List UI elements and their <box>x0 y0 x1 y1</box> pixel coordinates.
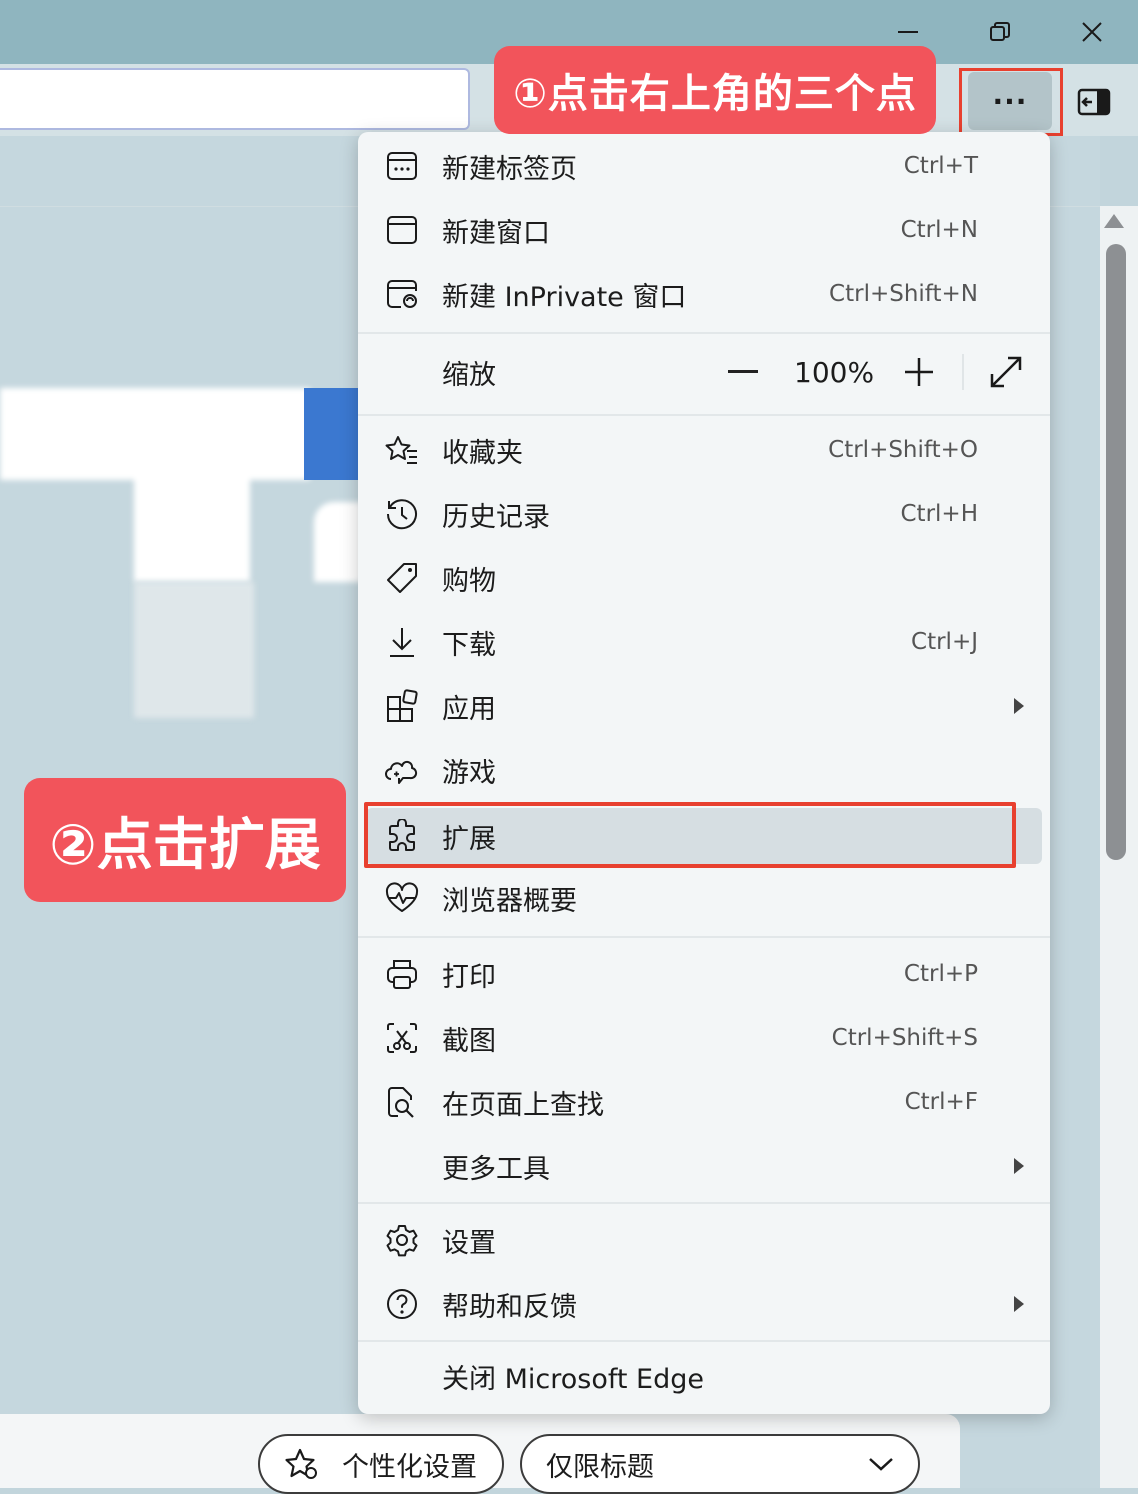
menu-item-apps[interactable]: 应用 <box>358 678 1050 734</box>
minimize-icon <box>898 31 918 33</box>
menu-item-screenshot[interactable]: 截图 Ctrl+Shift+S <box>358 1010 1050 1066</box>
submenu-arrow-icon <box>1014 1158 1024 1174</box>
zoom-level: 100% <box>794 355 875 389</box>
chevron-down-icon <box>869 1458 893 1471</box>
menu-item-label: 设置 <box>442 1227 496 1259</box>
menu-divider <box>358 332 1050 334</box>
find-in-page-icon <box>384 1084 420 1120</box>
personalize-button[interactable]: 个性化设置 <box>258 1434 504 1494</box>
menu-item-browser-essentials[interactable]: 浏览器概要 <box>358 870 1050 926</box>
menu-divider <box>358 1340 1050 1342</box>
menu-item-label: 帮助和反馈 <box>442 1291 577 1323</box>
menu-item-find-on-page[interactable]: 在页面上查找 Ctrl+F <box>358 1074 1050 1130</box>
zoom-in-button[interactable] <box>904 357 934 387</box>
menu-item-label: 更多工具 <box>442 1153 550 1185</box>
scrollbar-thumb[interactable] <box>1106 244 1126 860</box>
settings-and-more-menu: 新建标签页 Ctrl+T 新建窗口 Ctrl+N 新建 InPrivate 窗口… <box>358 132 1050 1414</box>
menu-item-new-window[interactable]: 新建窗口 Ctrl+N <box>358 202 1050 258</box>
menu-item-shortcut: Ctrl+H <box>900 501 979 527</box>
extensions-highlight <box>364 802 1016 868</box>
menu-item-shortcut: Ctrl+F <box>904 1089 978 1115</box>
menu-item-new-inprivate[interactable]: 新建 InPrivate 窗口 Ctrl+Shift+N <box>358 266 1050 322</box>
new-window-icon <box>384 212 420 248</box>
blurred-search-button <box>304 388 364 480</box>
menu-item-shopping[interactable]: 购物 <box>358 550 1050 606</box>
menu-item-shortcut: Ctrl+Shift+O <box>828 437 978 463</box>
menu-item-label: 新建 InPrivate 窗口 <box>442 281 687 313</box>
menu-item-label: 新建窗口 <box>442 217 550 249</box>
menu-item-label: 关闭 Microsoft Edge <box>442 1363 704 1395</box>
layout-dropdown[interactable]: 仅限标题 <box>520 1434 920 1494</box>
scroll-up-arrow[interactable] <box>1104 214 1124 228</box>
tag-icon <box>384 560 420 596</box>
download-icon <box>384 624 420 660</box>
menu-item-label: 缩放 <box>442 359 496 391</box>
menu-item-shortcut: Ctrl+Shift+S <box>831 1025 978 1051</box>
address-bar[interactable] <box>0 68 470 130</box>
apps-icon <box>384 688 420 724</box>
blurred-tile <box>314 502 362 582</box>
layout-dropdown-value: 仅限标题 <box>546 1451 654 1483</box>
sidebar-icon <box>1077 88 1111 116</box>
personalize-label: 个性化设置 <box>342 1451 477 1483</box>
sidebar-toggle-button[interactable] <box>1074 84 1114 120</box>
menu-divider <box>358 936 1050 938</box>
callout-step-2: ②点击扩展 <box>24 778 346 902</box>
star-settings-icon <box>285 1448 317 1479</box>
history-icon <box>384 496 420 532</box>
menu-item-label: 下载 <box>442 629 496 661</box>
inprivate-window-icon <box>384 276 420 312</box>
menu-item-settings[interactable]: 设置 <box>358 1212 1050 1268</box>
menu-item-label: 在页面上查找 <box>442 1089 604 1121</box>
menu-item-label: 打印 <box>442 961 496 993</box>
menu-item-print[interactable]: 打印 Ctrl+P <box>358 946 1050 1002</box>
help-icon <box>384 1286 420 1322</box>
gear-icon <box>384 1222 420 1258</box>
close-icon <box>1082 22 1102 42</box>
menu-item-zoom: 缩放 100% <box>358 344 1050 400</box>
zoom-out-button[interactable] <box>728 370 758 373</box>
more-button-highlight <box>959 68 1063 136</box>
menu-item-label: 浏览器概要 <box>442 885 577 917</box>
heart-pulse-icon <box>384 880 420 916</box>
menu-item-more-tools[interactable]: 更多工具 <box>358 1138 1050 1194</box>
menu-item-label: 截图 <box>442 1025 496 1057</box>
screenshot-icon <box>384 1020 420 1056</box>
fullscreen-icon[interactable] <box>988 354 1024 390</box>
menu-item-shortcut: Ctrl+Shift+N <box>829 281 978 307</box>
menu-item-label: 购物 <box>442 565 496 597</box>
callout-step-1: ①点击右上角的三个点 <box>494 46 936 134</box>
menu-item-shortcut: Ctrl+P <box>903 961 978 987</box>
zoom-divider <box>962 354 964 390</box>
menu-item-shortcut: Ctrl+T <box>903 153 978 179</box>
menu-item-games[interactable]: 游戏 <box>358 742 1050 798</box>
restore-icon <box>990 22 1010 41</box>
menu-item-shortcut: Ctrl+N <box>900 217 978 243</box>
menu-item-history[interactable]: 历史记录 Ctrl+H <box>358 486 1050 542</box>
close-window-button[interactable] <box>1072 12 1112 52</box>
blurred-tile <box>134 582 254 718</box>
new-tab-icon <box>384 148 420 184</box>
restore-button[interactable] <box>980 12 1020 52</box>
games-icon <box>384 752 420 788</box>
menu-item-close-edge[interactable]: 关闭 Microsoft Edge <box>358 1348 1050 1404</box>
menu-item-label: 新建标签页 <box>442 153 577 185</box>
menu-item-favorites[interactable]: 收藏夹 Ctrl+Shift+O <box>358 422 1050 478</box>
menu-item-label: 收藏夹 <box>442 437 523 469</box>
menu-item-new-tab[interactable]: 新建标签页 Ctrl+T <box>358 138 1050 194</box>
submenu-arrow-icon <box>1014 1296 1024 1312</box>
menu-item-label: 游戏 <box>442 757 496 789</box>
menu-item-help-feedback[interactable]: 帮助和反馈 <box>358 1276 1050 1332</box>
favorites-icon <box>384 432 420 468</box>
submenu-arrow-icon <box>1014 698 1024 714</box>
menu-item-downloads[interactable]: 下载 Ctrl+J <box>358 614 1050 670</box>
menu-item-label: 应用 <box>442 693 496 725</box>
menu-divider <box>358 1202 1050 1204</box>
blurred-tile <box>134 452 250 582</box>
menu-divider <box>358 414 1050 416</box>
menu-item-label: 历史记录 <box>442 501 550 533</box>
menu-item-shortcut: Ctrl+J <box>911 629 978 655</box>
print-icon <box>384 956 420 992</box>
